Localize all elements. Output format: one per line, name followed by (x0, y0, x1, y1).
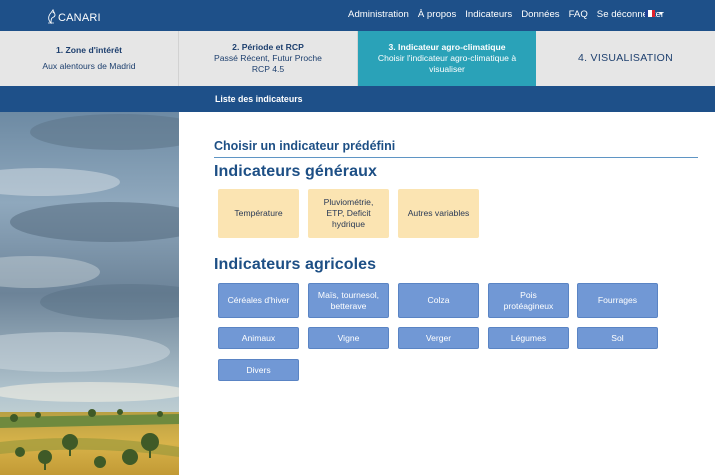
nav-links: Administration À propos Indicateurs Donn… (348, 9, 664, 21)
button-label: Température (234, 208, 283, 218)
indicator-button-pluviometrie[interactable]: Pluviométrie, ETP, Deficit hydrique (308, 189, 389, 238)
step-indicator[interactable]: 3. Indicateur agro-climatique Choisir l'… (358, 31, 536, 86)
step-zone[interactable]: 1. Zone d'intérêt Aux alentours de Madri… (0, 31, 179, 86)
button-label: Légumes (510, 332, 547, 343)
button-label: Divers (246, 364, 271, 375)
nav-link-data[interactable]: Données (521, 9, 559, 21)
wizard-steps: 1. Zone d'intérêt Aux alentours de Madri… (0, 31, 715, 86)
agricultural-indicators-title: Indicateurs agricoles (214, 256, 377, 273)
indicator-button-other-variables[interactable]: Autres variables (398, 189, 479, 238)
indicator-button-vineyard[interactable]: Vigne (308, 327, 389, 349)
indicator-button-misc[interactable]: Divers (218, 359, 299, 381)
general-indicators-title: Indicateurs généraux (214, 163, 377, 180)
button-label: Sol (611, 332, 624, 343)
step-title: 2. Période et RCP (232, 42, 304, 52)
main-content: Choisir un indicateur prédéfini Indicate… (214, 112, 699, 475)
indicator-button-winter-cereals[interactable]: Céréales d'hiver (218, 283, 299, 318)
indicator-button-rapeseed[interactable]: Colza (398, 283, 479, 318)
indicator-button-forage[interactable]: Fourrages (577, 283, 658, 318)
nav-link-about[interactable]: À propos (418, 9, 456, 21)
bird-icon (48, 9, 56, 24)
button-label: hydrique (332, 219, 365, 229)
button-label: Pluviométrie, (323, 197, 374, 207)
button-label: protéagineux (503, 300, 554, 311)
nav-link-administration[interactable]: Administration (348, 9, 409, 21)
section-divider (214, 157, 698, 158)
button-label: Autres variables (407, 208, 470, 218)
indicator-button-animals[interactable]: Animaux (218, 327, 299, 349)
indicator-button-orchard[interactable]: Verger (398, 327, 479, 349)
step-detail: Passé Récent, Futur Proche (214, 53, 322, 63)
sub-navbar: Liste des indicateurs (0, 86, 715, 112)
step-title: 4. VISUALISATION (577, 52, 674, 64)
indicator-button-temperature[interactable]: Température (218, 189, 299, 238)
step-visualisation[interactable]: 4. VISUALISATION (536, 31, 715, 86)
button-label: Pois (520, 289, 537, 300)
indicators-list-link[interactable]: Liste des indicateurs (215, 94, 303, 104)
logo-text: CANARI (58, 12, 101, 24)
step-detail: visualiser (429, 64, 465, 74)
button-label: Colza (427, 295, 450, 305)
nav-link-faq[interactable]: FAQ (569, 9, 588, 21)
top-navbar: CANARI Administration À propos Indicateu… (0, 0, 715, 31)
indicator-button-maize-sunflower-beet[interactable]: Maïs, tournesol, betterave (308, 283, 389, 318)
button-label: Vigne (337, 332, 360, 343)
step-title: 3. Indicateur agro-climatique (388, 42, 506, 52)
step-detail: Aux alentours de Madrid (42, 61, 136, 71)
landscape-image (0, 112, 179, 475)
button-label: Céréales d'hiver (227, 295, 290, 305)
step-title: 1. Zone d'intérêt (55, 45, 123, 55)
button-label: Fourrages (597, 295, 638, 305)
french-flag-icon (645, 10, 655, 17)
button-label: Maïs, tournesol, (317, 289, 380, 300)
caret-down-icon (659, 12, 663, 15)
step-detail: Choisir l'indicateur agro-climatique à (377, 53, 517, 63)
button-label: Verger (425, 332, 452, 343)
section-title: Choisir un indicateur prédéfini (214, 139, 396, 153)
button-label: ETP, Deficit (326, 208, 371, 218)
canari-logo[interactable]: CANARI (46, 8, 101, 24)
button-label: betterave (330, 300, 367, 311)
language-selector[interactable] (645, 10, 663, 17)
indicator-button-protein-peas[interactable]: Pois protéagineux (488, 283, 569, 318)
step-period[interactable]: 2. Période et RCP Passé Récent, Futur Pr… (179, 31, 358, 86)
indicator-button-soil[interactable]: Sol (577, 327, 658, 349)
nav-link-indicators[interactable]: Indicateurs (465, 9, 512, 21)
button-label: Animaux (241, 332, 276, 343)
indicator-button-vegetables[interactable]: Légumes (488, 327, 569, 349)
step-detail: RCP 4.5 (251, 64, 285, 74)
